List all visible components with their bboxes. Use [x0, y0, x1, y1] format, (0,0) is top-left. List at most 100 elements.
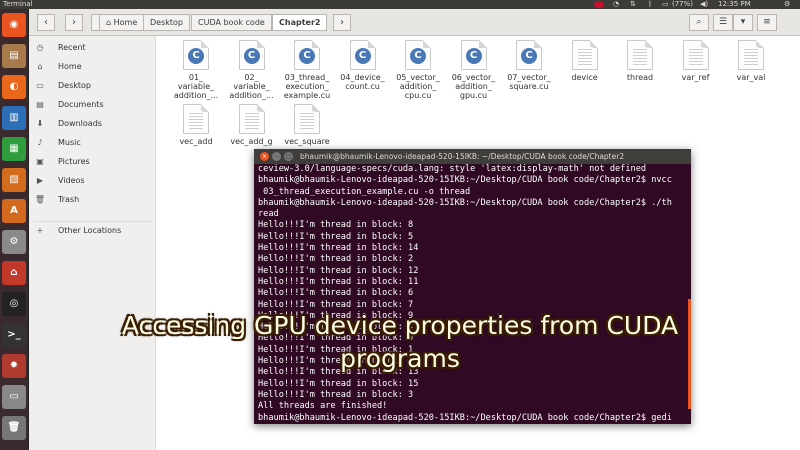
breadcrumb-cuda-book-code[interactable]: CUDA book code	[191, 14, 272, 31]
document-file-icon	[627, 40, 653, 70]
search-button[interactable]: ⌕	[689, 14, 709, 31]
sidebar-item-other-locations[interactable]: + Other Locations	[33, 221, 153, 238]
sidebar-item-downloads[interactable]: ⬇ Downloads	[33, 115, 153, 132]
terminal-titlebar[interactable]: × – □ bhaumik@bhaumik-Lenovo-ideapad-520…	[254, 149, 691, 164]
file-item[interactable]: device	[556, 40, 614, 82]
terminal-line: All threads are finished!	[258, 401, 388, 412]
document-file-icon	[571, 40, 598, 70]
c-source-file-icon: C	[183, 40, 209, 70]
file-item[interactable]: C 07_vector_ square.cu	[500, 40, 558, 91]
maximize-icon[interactable]: □	[284, 152, 293, 161]
caption-line-1: Accessing GPU device properties from CUD…	[121, 311, 679, 340]
sidebar-item-label: Music	[58, 138, 81, 147]
file-name: vec_square	[284, 137, 330, 146]
sidebar-item-label: Pictures	[58, 157, 90, 166]
sidebar-item-videos[interactable]: ▶ Videos	[33, 172, 153, 189]
terminal-line: Hello!!!I'm thread in block: 11	[258, 276, 419, 287]
recording-indicator-icon[interactable]	[594, 1, 604, 8]
clock-icon: ◷	[36, 43, 44, 52]
back-button[interactable]: ‹	[37, 14, 55, 31]
software-center-icon[interactable]: A	[2, 199, 26, 223]
file-item[interactable]: C 05_vector_ addition_ cpu.cu	[389, 40, 447, 100]
sidebar-item-label: Documents	[58, 100, 104, 109]
terminal-line: ceview-3.0/language-specs/cuda.lang: sty…	[258, 164, 647, 174]
file-item[interactable]: vec_square	[278, 104, 336, 146]
settings-icon[interactable]: ⚙	[2, 230, 26, 254]
trash-icon: 🗑	[34, 195, 46, 204]
trash-icon[interactable]: 🗑	[2, 416, 26, 440]
view-options-button[interactable]: ▾	[733, 14, 753, 31]
file-item[interactable]: C 04_device_ count.cu	[334, 40, 392, 91]
battery-percent[interactable]: (77%)	[672, 0, 693, 9]
ubuntu-logo-icon[interactable]: ◉	[2, 13, 26, 37]
writer-icon[interactable]: ▥	[2, 106, 26, 130]
files-icon[interactable]: ▤	[2, 44, 26, 68]
impress-icon[interactable]: ▧	[2, 168, 26, 192]
file-item[interactable]: C 01_ variable_ addition_...	[167, 40, 225, 100]
view-list-button[interactable]: ☰	[713, 14, 733, 31]
battery-icon[interactable]: ▭	[662, 0, 669, 9]
document-file-icon	[738, 40, 764, 70]
c-source-file-icon: C	[294, 40, 320, 70]
file-item[interactable]: thread	[611, 40, 669, 82]
active-app-name: Terminal	[3, 0, 33, 8]
file-item[interactable]: vec_add_g	[223, 104, 281, 146]
wifi-icon[interactable]: ◔	[613, 0, 619, 9]
c-source-file-icon: C	[238, 40, 265, 70]
breadcrumb-home[interactable]: ⌂ Home	[99, 14, 145, 31]
file-name: var_val	[736, 73, 766, 82]
music-icon: ♪	[37, 138, 43, 147]
file-item[interactable]: var_val	[722, 40, 780, 82]
sidebar-item-label: Home	[58, 62, 82, 71]
menu-button[interactable]: ≡	[757, 14, 777, 31]
minimize-icon[interactable]: –	[272, 152, 281, 161]
keyboard-icon[interactable]: ⇅	[630, 0, 636, 9]
close-icon[interactable]: ×	[260, 152, 269, 161]
app-icon[interactable]: ⌂	[2, 261, 26, 285]
forward-button[interactable]: ›	[65, 14, 83, 31]
terminal-title: bhaumik@bhaumik-Lenovo-ideapad-520-15IKB…	[300, 152, 625, 161]
terminal-line: bhaumik@bhaumik-Lenovo-ideapad-520-15IKB…	[258, 412, 672, 423]
sidebar-item-home[interactable]: ⌂ Home	[33, 58, 153, 75]
desktop-icon: ▭	[36, 81, 44, 90]
breadcrumb-desktop[interactable]: Desktop	[143, 14, 190, 31]
top-panel: Terminal ◔ ⇅ ᛒ ▭ (77%) ◀) 12:35 PM ⚙	[0, 0, 800, 9]
places-sidebar: ◷ Recent ⌂ Home ▭ Desktop ▤ Documents ⬇ Downloads…	[29, 36, 156, 450]
clock[interactable]: 12:35 PM	[718, 0, 751, 9]
videos-icon: ▶	[36, 176, 44, 185]
sidebar-item-recent[interactable]: ◷ Recent	[33, 39, 153, 56]
firefox-icon[interactable]: ◐	[2, 75, 26, 99]
terminal-line: Hello!!!I'm thread in block: 15	[258, 378, 419, 389]
bluetooth-icon[interactable]: ᛒ	[648, 0, 652, 9]
breadcrumb-chapter2[interactable]: Chapter2	[272, 14, 328, 31]
file-item[interactable]: C 02_ variable_ addition_...	[223, 40, 281, 100]
sidebar-item-pictures[interactable]: ▣ Pictures	[33, 153, 153, 170]
file-item[interactable]: vec_add	[167, 104, 225, 146]
file-name: 03_thread_ execution_ example.cu	[283, 73, 331, 100]
c-source-file-icon: C	[405, 40, 431, 70]
terminal-window: × – □ bhaumik@bhaumik-Lenovo-ideapad-520…	[254, 149, 691, 424]
file-name: thread	[626, 73, 654, 82]
document-file-icon	[238, 104, 265, 134]
power-icon[interactable]: ⚙	[784, 0, 790, 9]
sidebar-item-desktop[interactable]: ▭ Desktop	[33, 77, 153, 94]
volume-icon[interactable]: ◀)	[700, 0, 708, 9]
launcher: ◉ ▤ ◐ ▥ ▦ ▧ A ⚙ ⌂ ◎ >_ ✸ ▭ 🗑	[0, 9, 29, 450]
terminal-line: 03_thread_execution_example.cu -o thread	[258, 186, 471, 197]
calc-icon[interactable]: ▦	[2, 137, 26, 161]
file-name: 07_vector_ square.cu	[507, 73, 551, 91]
file-item[interactable]: var_ref	[667, 40, 725, 82]
terminal-line: bhaumik@bhaumik-Lenovo-ideapad-520-15IKB…	[258, 197, 672, 208]
sidebar-item-trash[interactable]: 🗑 Trash	[33, 191, 153, 208]
file-item[interactable]: C 03_thread_ execution_ example.cu	[278, 40, 336, 100]
sidebar-item-label: Downloads	[58, 119, 102, 128]
sidebar-item-music[interactable]: ♪ Music	[33, 134, 153, 151]
file-item[interactable]: C 06_vector_ addition_ gpu.cu	[445, 40, 503, 100]
plus-icon: +	[36, 226, 44, 235]
c-source-file-icon: C	[460, 40, 487, 70]
video-caption: Accessing GPU device properties from CUD…	[0, 309, 800, 375]
drive-icon[interactable]: ▭	[2, 385, 26, 409]
sidebar-item-documents[interactable]: ▤ Documents	[33, 96, 153, 113]
terminal-output[interactable]: ceview-3.0/language-specs/cuda.lang: sty…	[254, 164, 691, 424]
breadcrumb-right-arrow-button[interactable]: ›	[333, 14, 351, 31]
